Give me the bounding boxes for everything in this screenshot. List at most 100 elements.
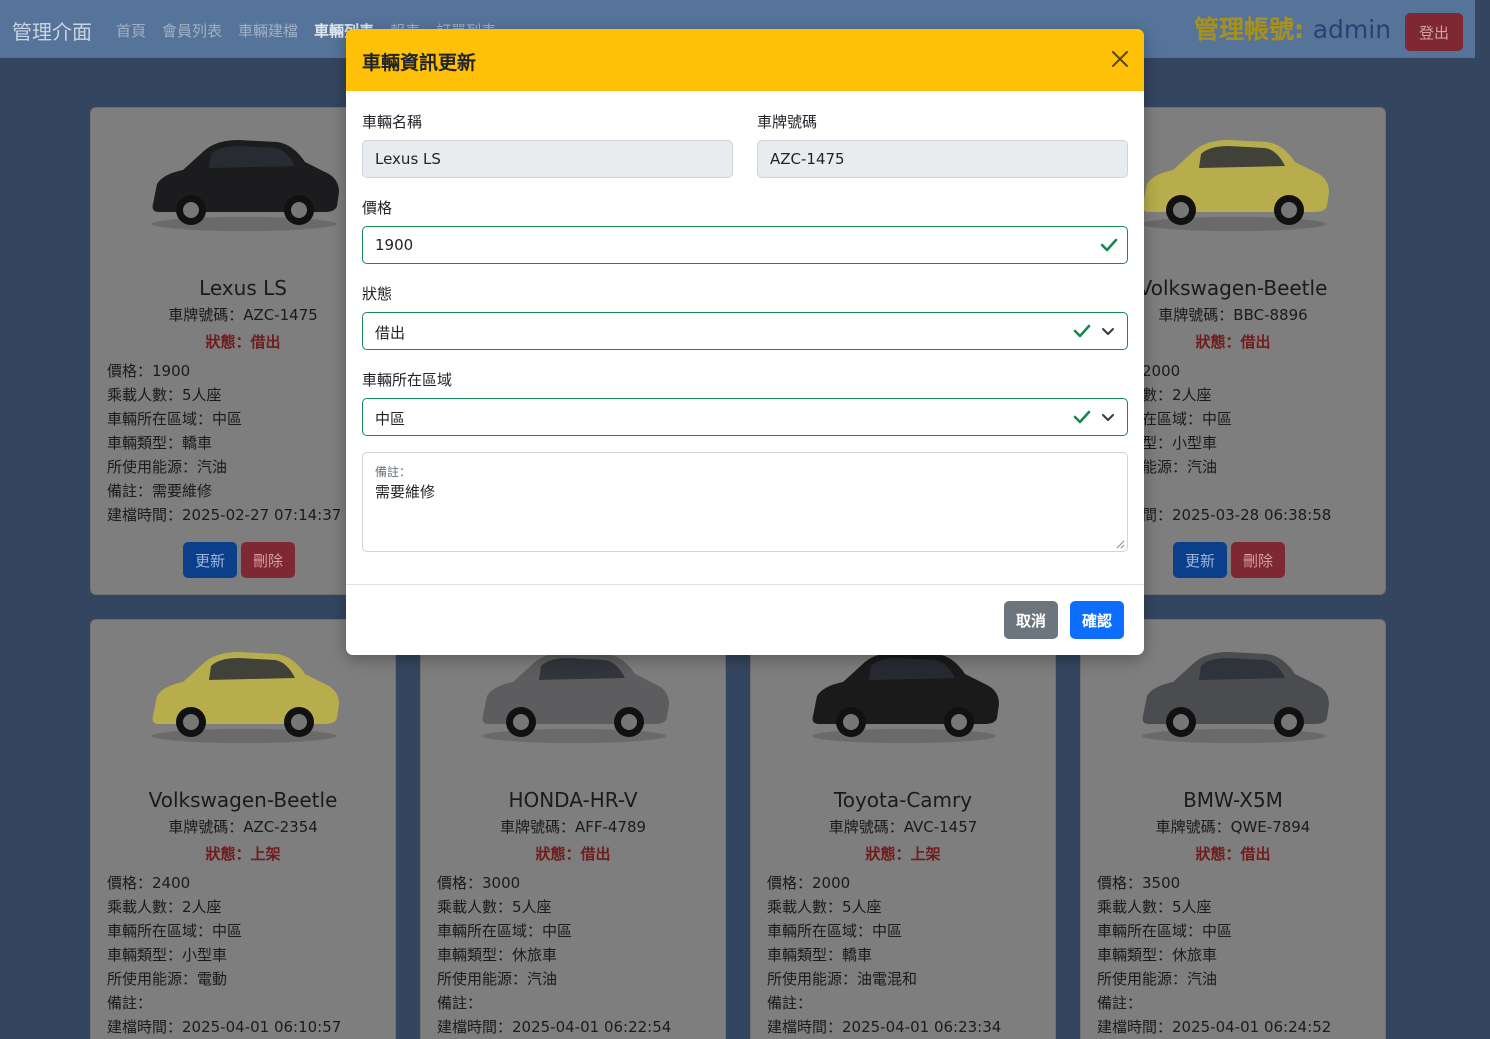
status-select[interactable]: 借出 xyxy=(362,312,1128,350)
card-plate: 車牌號碼：AZC-2354 xyxy=(168,818,318,836)
card-created: 建檔時間：2025-04-01 06:22:54 xyxy=(437,1018,672,1036)
card-type: 車輛類型：小型車 xyxy=(107,946,228,964)
card-seats: 乘載人數：5人座 xyxy=(437,898,552,916)
card-type: 車輛類型：轎車 xyxy=(107,434,213,452)
update-button[interactable]: 更新 xyxy=(183,542,238,578)
card-plate: 車牌號碼：QWE-7894 xyxy=(1155,818,1311,836)
card-seats: 乘載人數：5人座 xyxy=(767,898,882,916)
notes-label: 備註： xyxy=(375,465,412,479)
valid-check-icon xyxy=(1100,238,1118,252)
notes-field[interactable]: 備註： 需要維修 xyxy=(362,452,1128,552)
card-status: 狀態：上架 xyxy=(865,845,941,863)
vehicle-update-modal: 車輛資訊更新 車輛名稱 車牌號碼 價格 狀態 借出 車輛所在區域 中區 xyxy=(346,29,1144,655)
close-icon[interactable] xyxy=(1110,49,1130,69)
status-select-value: 借出 xyxy=(375,324,406,342)
price-input[interactable] xyxy=(362,226,1128,264)
card-price: 價格：1900 xyxy=(107,362,191,380)
card-energy: 所使用能源：電動 xyxy=(107,970,228,988)
update-button[interactable]: 更新 xyxy=(1173,542,1228,578)
card-created: 建檔時間：2025-04-01 06:10:57 xyxy=(107,1018,342,1036)
vehicle-card: Volkswagen-Beetle 車牌號碼：AZC-2354 狀態：上架 價格… xyxy=(90,619,396,1039)
card-details: 價格：2000 乘載人數：5人座 車輛所在區域：中區 車輛類型：轎車 所使用能源… xyxy=(767,871,1001,1039)
card-price: 價格：2400 xyxy=(107,874,191,892)
chevron-down-icon xyxy=(1102,328,1114,335)
nav-link-vehicle-create[interactable]: 車輛建檔 xyxy=(238,20,298,41)
vehicle-card: Toyota-Camry 車牌號碼：AVC-1457 狀態：上架 價格：2000… xyxy=(750,619,1056,1039)
delete-button[interactable]: 刪除 xyxy=(241,542,296,578)
card-region: 車輛所在區域：中區 xyxy=(767,922,903,940)
nav-link-home[interactable]: 首頁 xyxy=(116,20,146,41)
card-region: 車輛所在區域：中區 xyxy=(1097,922,1233,940)
card-energy: 所使用能源：汽油 xyxy=(1097,970,1218,988)
car-image xyxy=(1142,652,1329,743)
vehicle-card: BMW-X5M 車牌號碼：QWE-7894 狀態：借出 價格：3500 乘載人數… xyxy=(1080,619,1386,1039)
card-title: Toyota-Camry xyxy=(833,788,973,812)
card-energy: 所使用能源：汽油 xyxy=(107,458,228,476)
card-type: 車輛類型：轎車 xyxy=(767,946,873,964)
modal-footer-divider xyxy=(346,584,1144,585)
brand-title[interactable]: 管理介面 xyxy=(12,16,92,45)
card-created: 建檔時間：2025-04-01 06:23:34 xyxy=(767,1018,1002,1036)
notes-textarea[interactable]: 需要維修 xyxy=(375,481,1115,541)
admin-name: admin xyxy=(1312,15,1392,44)
region-select-value: 中區 xyxy=(375,410,406,428)
region-label: 車輛所在區域 xyxy=(362,371,453,389)
card-details: 價格：3000 乘載人數：5人座 車輛所在區域：中區 車輛類型：休旅車 所使用能… xyxy=(437,871,671,1039)
card-actions: 更新 刪除 xyxy=(1173,542,1286,578)
card-seats: 乘載人數：2人座 xyxy=(107,898,222,916)
admin-account-label: 管理帳號: admin xyxy=(1194,10,1391,46)
admin-prefix: 管理帳號: xyxy=(1194,15,1304,44)
chevron-down-icon xyxy=(1102,414,1114,421)
car-image xyxy=(1142,140,1329,231)
card-region: 車輛所在區域：中區 xyxy=(107,922,243,940)
plate-number-label: 車牌號碼 xyxy=(757,113,818,131)
car-image xyxy=(152,140,339,231)
price-label: 價格 xyxy=(362,199,393,217)
vehicle-name-input[interactable] xyxy=(362,140,733,178)
card-region: 車輛所在區域：中區 xyxy=(437,922,573,940)
region-select[interactable]: 中區 xyxy=(362,398,1128,436)
card-type: 車輛類型：休旅車 xyxy=(437,946,558,964)
card-details: 價格：2400 乘載人數：2人座 車輛所在區域：中區 車輛類型：小型車 所使用能… xyxy=(107,871,341,1039)
card-price: 價格：3000 xyxy=(437,874,521,892)
vehicle-name-label: 車輛名稱 xyxy=(362,113,423,131)
card-note: 備註： xyxy=(437,994,483,1012)
card-note: 備註： xyxy=(1097,994,1143,1012)
modal-title: 車輛資訊更新 xyxy=(362,52,477,74)
card-energy: 所使用能源：汽油 xyxy=(437,970,558,988)
card-plate: 車牌號碼：AVC-1457 xyxy=(828,818,978,836)
card-note: 備註： xyxy=(107,994,153,1012)
card-region: 車輛所在區域：中區 xyxy=(107,410,243,428)
modal-header: 車輛資訊更新 xyxy=(346,29,1144,91)
card-status: 狀態：借出 xyxy=(535,845,611,863)
card-price: 價格：2000 xyxy=(767,874,851,892)
card-title: HONDA-HR-V xyxy=(508,788,638,812)
card-energy: 所使用能源：油電混和 xyxy=(767,970,918,988)
card-details: 價格：3500 乘載人數：5人座 車輛所在區域：中區 車輛類型：休旅車 所使用能… xyxy=(1097,871,1331,1039)
card-price: 價格：3500 xyxy=(1097,874,1181,892)
card-note: 備註： xyxy=(767,994,813,1012)
resize-grip-icon[interactable] xyxy=(1115,539,1125,549)
valid-check-icon xyxy=(1073,410,1091,424)
cancel-button[interactable]: 取消 xyxy=(1004,601,1059,639)
card-created: 建檔時間：2025-04-01 06:24:52 xyxy=(1097,1018,1332,1036)
plate-number-input[interactable] xyxy=(757,140,1128,178)
card-type: 車輛類型：休旅車 xyxy=(1097,946,1218,964)
card-plate: 車牌號碼：AFF-4789 xyxy=(499,818,647,836)
vehicle-card: HONDA-HR-V 車牌號碼：AFF-4789 狀態：借出 價格：3000 乘… xyxy=(420,619,726,1039)
delete-button[interactable]: 刪除 xyxy=(1231,542,1286,578)
card-seats: 乘載人數：5人座 xyxy=(1097,898,1212,916)
card-note: 備註：需要維修 xyxy=(107,482,213,500)
car-image xyxy=(152,652,339,743)
card-title: Volkswagen-Beetle xyxy=(148,788,338,812)
card-title: BMW-X5M xyxy=(1183,788,1283,812)
card-actions: 更新 刪除 xyxy=(183,542,296,578)
nav-link-members[interactable]: 會員列表 xyxy=(162,20,222,41)
logout-button[interactable]: 登出 xyxy=(1405,13,1463,51)
card-status: 狀態：借出 xyxy=(1195,845,1271,863)
confirm-button[interactable]: 確認 xyxy=(1070,601,1125,639)
valid-check-icon xyxy=(1073,324,1091,338)
card-seats: 乘載人數：5人座 xyxy=(107,386,222,404)
card-status: 狀態：上架 xyxy=(205,845,281,863)
card-created: 建檔時間：2025-02-27 07:14:37 xyxy=(107,506,342,524)
